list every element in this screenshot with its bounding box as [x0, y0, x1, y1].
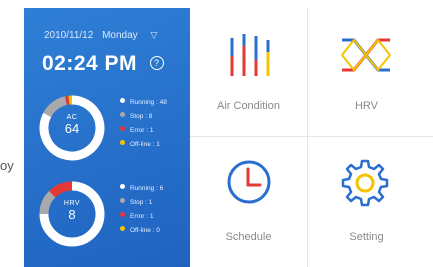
status-panel: 2010/11/12 Monday ▽ 02:24 PM ? AC 64 Run… [24, 8, 190, 267]
tile-setting[interactable]: Setting [308, 137, 425, 265]
tile-hrv[interactable]: HRV [308, 8, 425, 136]
legend-label: Off-line : 1 [130, 141, 160, 148]
ac-legend: Running : 48 Stop : 8 Error : 1 Off-line… [120, 96, 167, 152]
date-label: 2010/11/12 [44, 30, 94, 41]
legend-dot [120, 112, 125, 117]
legend-label: Running : 6 [130, 185, 164, 192]
legend-item-error: Error : 1 [120, 210, 163, 224]
ac-donut-center: AC 64 [52, 114, 92, 136]
wifi-icon: ▽ [150, 30, 158, 40]
hrv-donut-title: HRV [63, 200, 81, 207]
legend-item-offline: Off-line : 0 [120, 224, 163, 238]
legend-item-offline: Off-line : 1 [120, 138, 167, 152]
air-condition-icon [230, 34, 270, 76]
ac-donut-title: AC [66, 114, 78, 121]
legend-label: Error : 1 [130, 127, 154, 134]
legend-item-stop: Stop : 8 [120, 110, 167, 124]
tile-schedule[interactable]: Schedule [190, 137, 307, 265]
help-icon[interactable]: ? [149, 56, 164, 70]
tile-air-condition[interactable]: Air Condition [190, 8, 307, 136]
legend-label: Stop : 1 [130, 199, 153, 206]
donut-segment-error [49, 181, 73, 198]
ac-status-chart: AC 64 Running : 48 Stop : 8 Error : 1 Of… [36, 92, 186, 172]
legend-label: Error : 1 [130, 213, 154, 220]
schedule-icon [227, 160, 271, 204]
legend-dot [120, 140, 125, 145]
legend-dot [120, 198, 125, 203]
legend-dot [120, 212, 125, 217]
legend-item-stop: Stop : 1 [120, 196, 163, 210]
setting-icon [341, 159, 389, 207]
tile-label: Setting [349, 231, 384, 243]
donut-segment-stop [39, 191, 56, 215]
hrv-status-chart: HRV 8 Running : 6 Stop : 1 Error : 1 Off… [36, 178, 186, 258]
legend-item-running: Running : 48 [120, 96, 167, 110]
time-row: 02:24 PM ? [42, 52, 164, 76]
hrv-donut-center: HRV 8 [52, 200, 92, 222]
left-edge-text: oy [0, 158, 14, 173]
legend-dot [120, 226, 125, 231]
legend-dot [120, 184, 125, 189]
weekday-label: Monday [102, 30, 138, 41]
hrv-icon [341, 38, 391, 72]
legend-item-running: Running : 6 [120, 182, 163, 196]
ac-donut-total: 64 [64, 121, 80, 136]
tile-label: Air Condition [217, 100, 280, 112]
legend-label: Off-line : 0 [130, 227, 160, 234]
legend-dot [120, 98, 125, 103]
time-label: 02:24 PM [42, 52, 138, 75]
legend-label: Stop : 8 [130, 113, 153, 120]
hrv-legend: Running : 6 Stop : 1 Error : 1 Off-line … [120, 182, 163, 238]
tile-label: Schedule [225, 231, 272, 243]
donut-segment-stop [43, 96, 68, 118]
legend-item-error: Error : 1 [120, 124, 167, 138]
date-row: 2010/11/12 Monday ▽ [44, 30, 163, 41]
hrv-donut-total: 8 [68, 207, 76, 222]
legend-label: Running : 48 [130, 99, 167, 106]
legend-dot [120, 126, 125, 131]
tile-label: HRV [354, 100, 379, 112]
